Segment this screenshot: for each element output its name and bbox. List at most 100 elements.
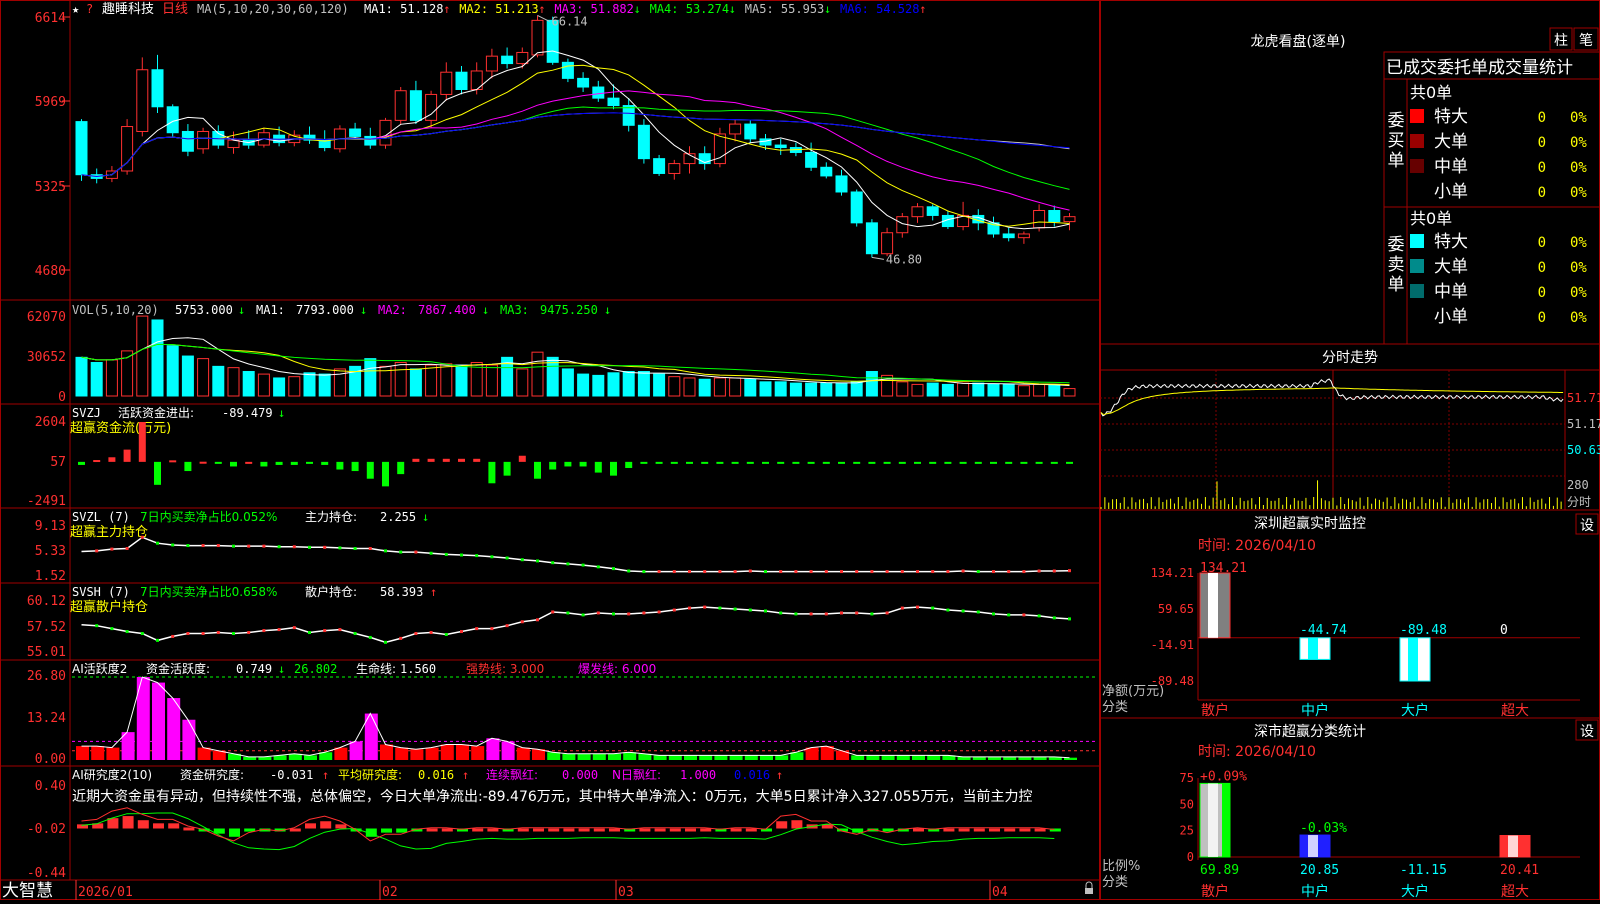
ai1-bar[interactable]	[881, 755, 895, 760]
ai1-bar[interactable]	[380, 744, 393, 760]
svzl-point[interactable]	[201, 544, 205, 548]
volume-bar[interactable]	[440, 363, 453, 397]
svzl-point[interactable]	[870, 570, 874, 574]
svzl-point[interactable]	[900, 570, 904, 574]
ai1-bar[interactable]	[684, 755, 697, 760]
svzj-bar[interactable]	[1020, 461, 1028, 464]
ai1-bar[interactable]	[349, 741, 363, 760]
svzl-point[interactable]	[475, 554, 479, 558]
volume-bar[interactable]	[1048, 383, 1061, 397]
svsh-point[interactable]	[247, 631, 251, 635]
ai2-bar[interactable]	[487, 828, 499, 832]
svsh-point[interactable]	[1007, 613, 1011, 617]
volume-bar[interactable]	[1033, 383, 1046, 397]
candle-body[interactable]	[364, 135, 377, 146]
candle-body[interactable]	[516, 51, 529, 65]
svsh-point[interactable]	[308, 631, 311, 635]
svsh-point[interactable]	[916, 605, 919, 609]
svsh-point[interactable]	[642, 611, 646, 615]
ai2-bars[interactable]	[77, 807, 1061, 851]
ai1-bar[interactable]	[395, 747, 409, 760]
svzj-bar[interactable]	[625, 461, 633, 468]
svsh-point[interactable]	[262, 629, 266, 633]
svsh-point[interactable]	[353, 632, 357, 636]
svzl-point[interactable]	[232, 544, 235, 548]
svsh-point[interactable]	[140, 632, 144, 636]
ai1-bar[interactable]	[304, 755, 317, 760]
volume-bar[interactable]	[455, 364, 468, 397]
svzj-bar[interactable]	[610, 461, 617, 476]
candle-body[interactable]	[121, 126, 134, 172]
volume-bar[interactable]	[303, 372, 316, 397]
candle-body[interactable]	[577, 77, 590, 88]
ai2-bar[interactable]	[685, 828, 696, 832]
ai2-bar[interactable]	[168, 823, 180, 829]
svzj-bar[interactable]	[974, 461, 982, 464]
svzj-bar[interactable]	[883, 461, 891, 464]
svzj-bar[interactable]	[397, 461, 405, 475]
svzj-bar[interactable]	[853, 461, 861, 464]
volume-bar[interactable]	[698, 378, 711, 397]
ai1-bar[interactable]	[653, 755, 667, 760]
tab-orders[interactable]: 委托单	[1437, 58, 1488, 78]
svsh-line[interactable]	[81, 605, 1072, 644]
volume-bar[interactable]	[333, 368, 346, 397]
favorite-star-icon[interactable]: ★	[72, 2, 79, 16]
svzl-point[interactable]	[596, 565, 600, 569]
candle-body[interactable]	[349, 128, 362, 137]
candle-body[interactable]	[774, 144, 787, 149]
candle-body[interactable]	[531, 19, 544, 56]
candle-body[interactable]	[1002, 233, 1015, 239]
candle-body[interactable]	[1033, 210, 1046, 229]
svzj-bar[interactable]	[93, 460, 101, 463]
svzj-bar[interactable]	[579, 461, 587, 467]
svzl-point[interactable]	[429, 551, 433, 555]
svsh-point[interactable]	[748, 608, 752, 612]
svzj-bar[interactable]	[442, 458, 450, 462]
candle-body[interactable]	[911, 206, 924, 218]
svsh-point[interactable]	[946, 608, 950, 612]
ai2-bar[interactable]	[973, 828, 985, 832]
ai2-bar[interactable]	[913, 828, 924, 832]
volume-bar[interactable]	[136, 315, 149, 397]
volume-bar[interactable]	[1063, 388, 1076, 397]
svzj-bar[interactable]	[822, 461, 830, 464]
candle-body[interactable]	[136, 69, 149, 132]
candle-body[interactable]	[637, 124, 650, 160]
ai1-bar[interactable]	[562, 753, 576, 760]
ai1-bar[interactable]	[410, 749, 424, 760]
ai2-bar[interactable]	[305, 823, 316, 829]
ai1-bar[interactable]	[501, 741, 515, 760]
candle-body[interactable]	[592, 86, 605, 99]
ai1-bar[interactable]	[927, 755, 941, 760]
svzl-line[interactable]	[81, 535, 1072, 574]
ai2-bar[interactable]	[639, 828, 651, 832]
ai2-bar[interactable]	[654, 828, 666, 832]
svsh-point[interactable]	[444, 632, 448, 636]
volume-bar[interactable]	[75, 356, 88, 397]
svzj-bar[interactable]	[78, 461, 85, 465]
svzj-bar[interactable]	[898, 461, 906, 464]
ai2-bar[interactable]	[609, 828, 620, 832]
svzj-bar[interactable]	[199, 461, 207, 464]
ai1-bar[interactable]	[334, 747, 348, 760]
svsh-point[interactable]	[536, 618, 539, 622]
svsh-point[interactable]	[475, 627, 479, 631]
svsh-point[interactable]	[520, 620, 524, 624]
volume-bar[interactable]	[425, 364, 438, 397]
ai1-bar[interactable]	[699, 755, 713, 760]
svsh-point[interactable]	[1068, 617, 1071, 621]
svzj-bar[interactable]	[792, 461, 800, 464]
volume-bar[interactable]	[713, 377, 726, 397]
svsh-point[interactable]	[627, 612, 631, 616]
svzl-point[interactable]	[216, 544, 220, 548]
ai1-bar[interactable]	[912, 755, 925, 760]
ai1-bars[interactable]	[72, 676, 1098, 760]
ai1-bar[interactable]	[623, 752, 637, 760]
svzj-bar[interactable]	[655, 461, 663, 464]
ai1-bar[interactable]	[896, 755, 910, 760]
volume-bar[interactable]	[364, 358, 377, 397]
monitor-settings-button[interactable]: 设	[1575, 513, 1599, 535]
svzj-bar[interactable]	[184, 461, 192, 472]
svzj-bar[interactable]	[214, 461, 222, 464]
